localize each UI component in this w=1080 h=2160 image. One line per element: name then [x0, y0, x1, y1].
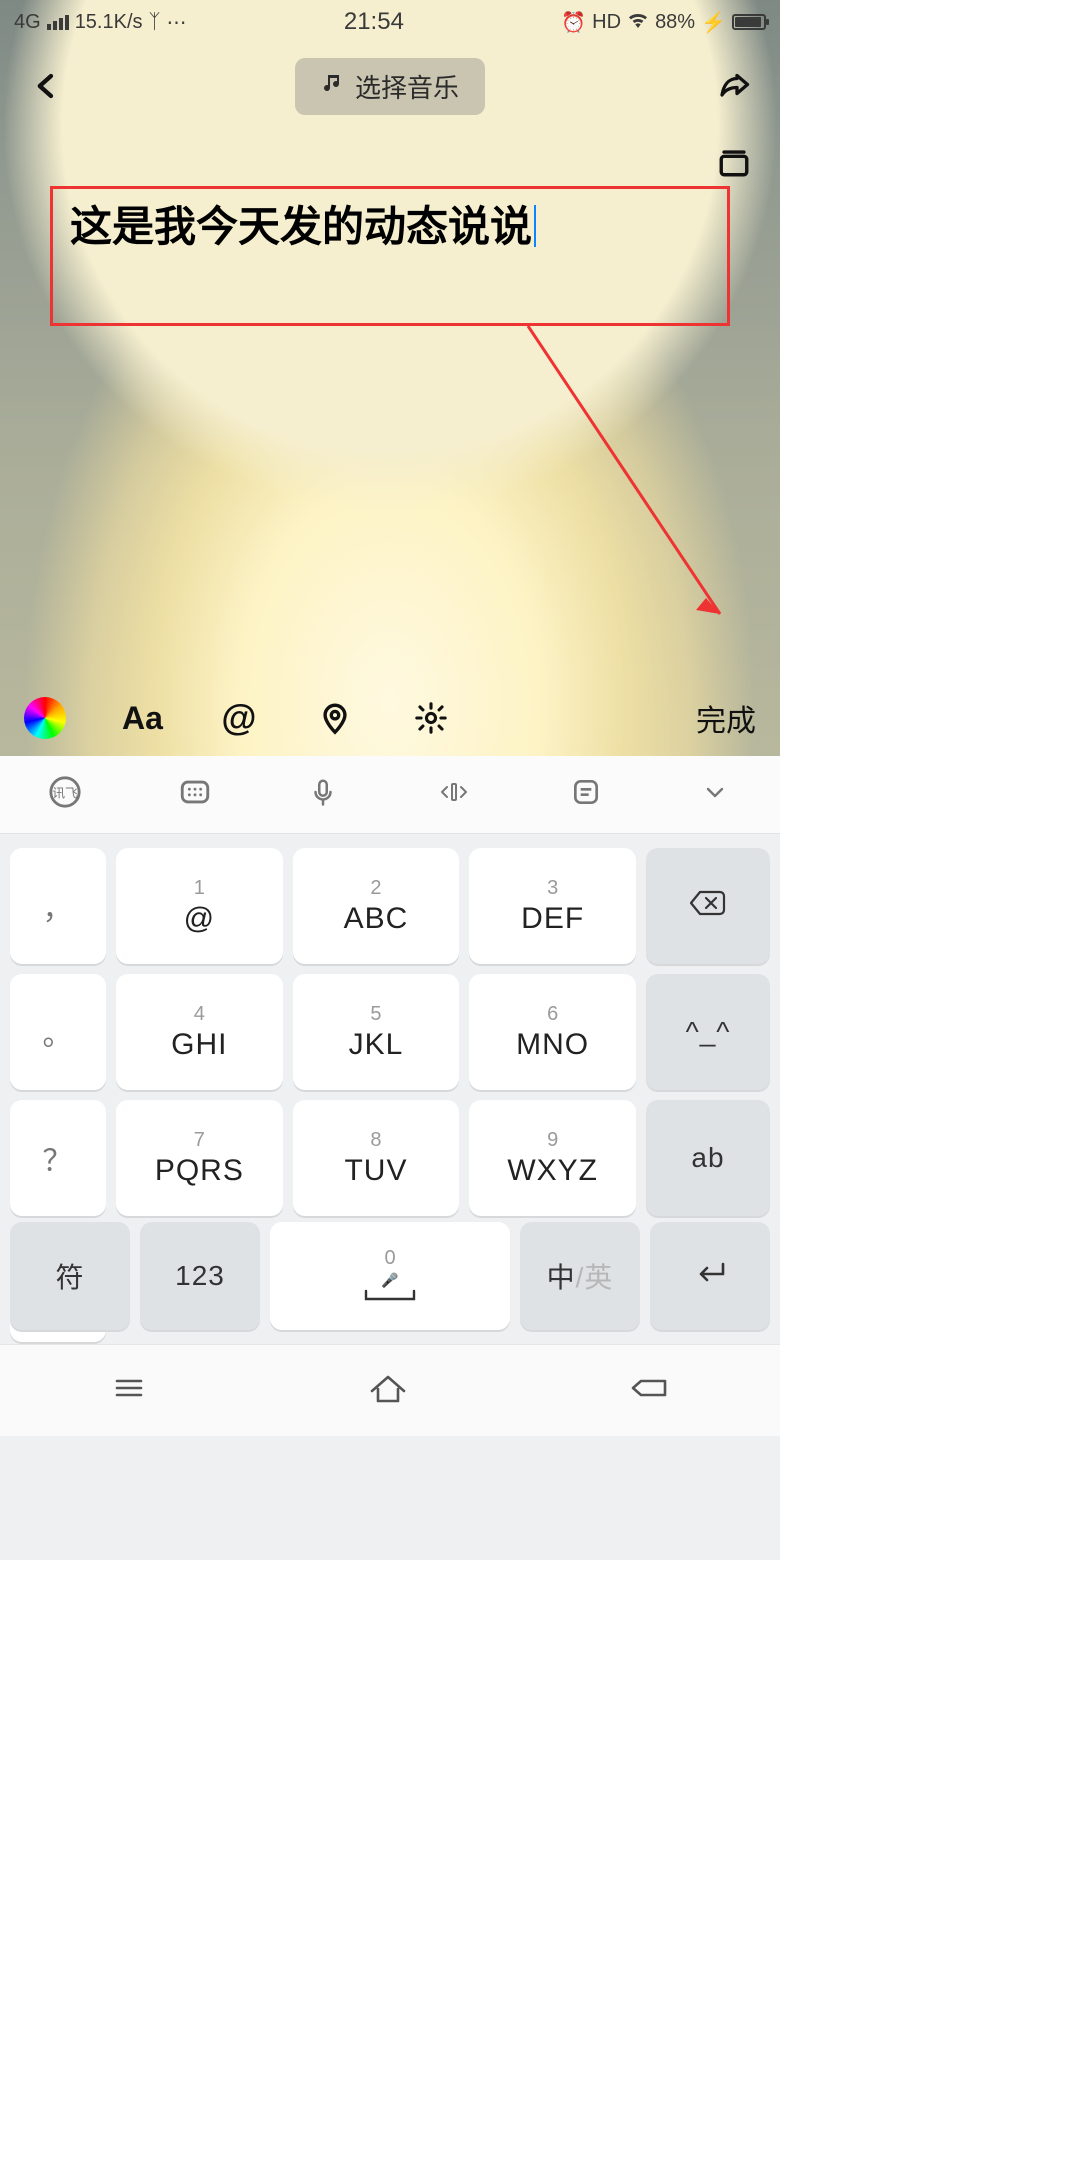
key-6-mno[interactable]: 6MNO [469, 974, 636, 1090]
nav-home-button[interactable] [366, 1371, 410, 1410]
wifi-icon [627, 10, 649, 34]
key-3-def[interactable]: 3DEF [469, 848, 636, 964]
ime-brand-button[interactable]: 讯飞 [48, 775, 82, 814]
back-button[interactable] [24, 64, 68, 108]
post-text-value: 这是我今天发的动态说说 [70, 203, 532, 250]
key-7-pqrs[interactable]: 7PQRS [116, 1100, 283, 1216]
share-button[interactable] [712, 64, 756, 108]
charging-icon: ⚡ [701, 10, 726, 35]
battery-icon [732, 14, 766, 30]
nav-back-button[interactable] [627, 1373, 671, 1408]
nav-recent-button[interactable] [109, 1373, 149, 1408]
select-music-label: 选择音乐 [355, 68, 459, 105]
more-icon: ⋯ [167, 10, 187, 35]
backspace-icon [688, 888, 728, 925]
key-comma[interactable]: ， [10, 848, 106, 964]
keyboard-toolbar: 讯飞 [0, 756, 780, 834]
key-case-ab[interactable]: ab [646, 1100, 770, 1216]
cursor-move-button[interactable] [434, 777, 474, 812]
usb-icon: ᛉ [149, 11, 161, 34]
battery-pct: 88% [655, 11, 695, 34]
template-button[interactable] [712, 140, 756, 184]
key-5-jkl[interactable]: 5JKL [293, 974, 460, 1090]
keyboard-layout-button[interactable] [178, 775, 212, 814]
clock: 21:54 [344, 8, 404, 36]
settings-button[interactable] [411, 701, 451, 735]
system-nav-bar [0, 1344, 780, 1436]
key-question[interactable]: ？ [10, 1100, 106, 1216]
status-bar: 4G 15.1K/s ᛉ ⋯ 21:54 ⏰ HD 88% ⚡ [0, 0, 780, 44]
voice-input-button[interactable] [308, 775, 338, 814]
key-9-wxyz[interactable]: 9WXYZ [469, 1100, 636, 1216]
font-style-button[interactable]: Aa [122, 700, 163, 737]
done-button[interactable]: 完成 [696, 696, 756, 740]
svg-text:讯飞: 讯飞 [52, 786, 78, 801]
editor-toolbar: Aa @ 完成 [0, 680, 780, 756]
mention-button[interactable]: @ [219, 697, 259, 739]
key-emoji[interactable]: ^_^ [646, 974, 770, 1090]
soft-keyboard: 讯飞 ， 1@ 2ABC 3DEF [0, 756, 780, 1560]
clipboard-button[interactable] [570, 776, 602, 813]
key-4-ghi[interactable]: 4GHI [116, 974, 283, 1090]
location-button[interactable] [315, 701, 355, 735]
key-2-abc[interactable]: 2ABC [293, 848, 460, 964]
music-note-icon [321, 71, 345, 102]
post-text-input[interactable]: 这是我今天发的动态说说 [70, 194, 710, 259]
key-period[interactable]: 。 [10, 974, 106, 1090]
select-music-button[interactable]: 选择音乐 [295, 58, 485, 115]
text-cursor [534, 205, 536, 247]
network-speed: 15.1K/s [75, 11, 143, 34]
key-8-tuv[interactable]: 8TUV [293, 1100, 460, 1216]
hd-indicator: HD [592, 11, 621, 34]
alarm-icon: ⏰ [561, 10, 586, 35]
key-backspace[interactable] [646, 848, 770, 964]
signal-icon [47, 15, 69, 30]
key-1-at[interactable]: 1@ [116, 848, 283, 964]
color-picker-button[interactable] [24, 697, 66, 739]
hide-keyboard-button[interactable] [698, 780, 732, 809]
color-wheel-icon [24, 697, 66, 739]
network-type: 4G [14, 11, 41, 34]
